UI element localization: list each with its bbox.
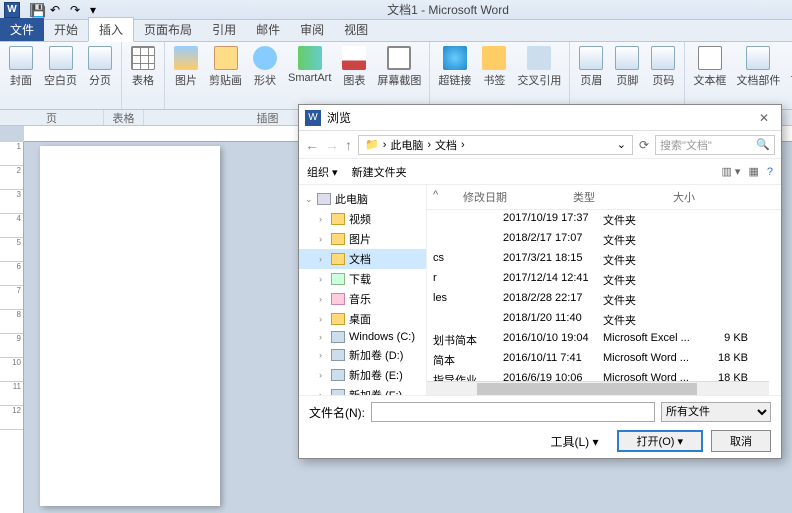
tab-file[interactable]: 文件: [0, 18, 44, 41]
tab-insert[interactable]: 插入: [88, 17, 134, 42]
file-row[interactable]: les2018/2/28 22:17文件夹: [427, 290, 781, 310]
tree-item[interactable]: ›新加卷 (D:): [299, 345, 426, 365]
search-icon: 🔍: [756, 138, 770, 151]
wordart-button[interactable]: A艺术字: [786, 44, 792, 109]
tree-item[interactable]: ›图片: [299, 229, 426, 249]
save-icon[interactable]: 💾: [30, 3, 44, 17]
col-size[interactable]: 大小: [673, 189, 775, 205]
document-page[interactable]: [40, 146, 220, 506]
tree-item[interactable]: ›文档: [299, 249, 426, 269]
screenshot-button[interactable]: 屏幕截图: [373, 44, 425, 109]
file-list: ^ 修改日期 类型 大小 2017/10/19 17:37文件夹2018/2/1…: [427, 185, 781, 395]
blank-page-button[interactable]: 空白页: [40, 44, 81, 109]
footer-button[interactable]: 页脚: [610, 44, 644, 109]
undo-icon[interactable]: ↶: [50, 3, 64, 17]
tab-mailings[interactable]: 邮件: [246, 18, 290, 41]
preview-icon[interactable]: ▦: [748, 165, 758, 178]
address-bar[interactable]: 📁› 此电脑› 文档› ⌄: [358, 135, 633, 155]
tab-view[interactable]: 视图: [334, 18, 378, 41]
close-icon[interactable]: ✕: [759, 111, 775, 125]
qat-more-icon[interactable]: ▾: [90, 3, 104, 17]
file-row[interactable]: 2018/1/20 11:40文件夹: [427, 310, 781, 330]
redo-icon[interactable]: ↷: [70, 3, 84, 17]
file-row[interactable]: 划书简本2016/10/10 19:04Microsoft Excel ...9…: [427, 330, 781, 350]
ribbon: 封面 空白页 分页 表格 图片 剪贴画 形状 SmartArt 图表 屏幕截图 …: [0, 42, 792, 110]
header-button[interactable]: 页眉: [574, 44, 608, 109]
dialog-word-icon: W: [305, 110, 321, 126]
file-type-select[interactable]: 所有文件: [661, 402, 771, 422]
search-input[interactable]: 搜索"文档"🔍: [655, 135, 775, 155]
organize-button[interactable]: 组织 ▾: [307, 164, 338, 180]
filename-label: 文件名(N):: [309, 404, 365, 421]
tab-layout[interactable]: 页面布局: [134, 18, 202, 41]
smartart-button[interactable]: SmartArt: [284, 44, 335, 109]
col-date[interactable]: 修改日期: [463, 189, 573, 205]
tree-item[interactable]: ›下载: [299, 269, 426, 289]
group-pages: 页: [0, 110, 104, 125]
cancel-button[interactable]: 取消: [711, 430, 771, 452]
tab-references[interactable]: 引用: [202, 18, 246, 41]
filename-input[interactable]: [371, 402, 655, 422]
vertical-ruler[interactable]: 1234 5678 9101112: [0, 142, 24, 513]
file-row[interactable]: 2017/10/19 17:37文件夹: [427, 210, 781, 230]
file-row[interactable]: 简本2016/10/11 7:41Microsoft Word ...18 KB: [427, 350, 781, 370]
tab-review[interactable]: 审阅: [290, 18, 334, 41]
crossref-button[interactable]: 交叉引用: [513, 44, 565, 109]
pagenum-button[interactable]: 页码: [646, 44, 680, 109]
chart-button[interactable]: 图表: [337, 44, 371, 109]
picture-button[interactable]: 图片: [169, 44, 203, 109]
hyperlink-button[interactable]: 超链接: [434, 44, 475, 109]
back-icon[interactable]: ←: [305, 137, 319, 153]
open-button[interactable]: 打开(O) ▾: [617, 430, 703, 452]
tree-item[interactable]: ›音乐: [299, 289, 426, 309]
help-icon[interactable]: ?: [767, 166, 773, 178]
forward-icon[interactable]: →: [325, 137, 339, 153]
bookmark-button[interactable]: 书签: [477, 44, 511, 109]
new-folder-button[interactable]: 新建文件夹: [352, 164, 407, 180]
group-tables: 表格: [104, 110, 144, 125]
tree-item[interactable]: ›视频: [299, 209, 426, 229]
shapes-button[interactable]: 形状: [248, 44, 282, 109]
tools-button[interactable]: 工具(L) ▾: [551, 433, 599, 450]
tab-home[interactable]: 开始: [44, 18, 88, 41]
tree-item[interactable]: ⌄此电脑: [299, 189, 426, 209]
dialog-title: 浏览: [327, 109, 759, 126]
view-icon[interactable]: ▥ ▾: [721, 165, 740, 178]
tree-item[interactable]: ›桌面: [299, 309, 426, 329]
textbox-button[interactable]: 文本框: [689, 44, 730, 109]
window-title: 文档1 - Microsoft Word: [104, 1, 792, 18]
file-row[interactable]: r2017/12/14 12:41文件夹: [427, 270, 781, 290]
cover-page-button[interactable]: 封面: [4, 44, 38, 109]
tree-item[interactable]: ›Windows (C:): [299, 329, 426, 345]
word-icon: W: [4, 2, 20, 18]
clipart-button[interactable]: 剪贴画: [205, 44, 246, 109]
folder-tree: ⌄此电脑›视频›图片›文档›下载›音乐›桌面›Windows (C:)›新加卷 …: [299, 185, 427, 395]
ribbon-tabs: 文件 开始 插入 页面布局 引用 邮件 审阅 视图: [0, 20, 792, 42]
page-break-button[interactable]: 分页: [83, 44, 117, 109]
file-row[interactable]: cs2017/3/21 18:15文件夹: [427, 250, 781, 270]
tree-item[interactable]: ›新加卷 (E:): [299, 365, 426, 385]
quickparts-button[interactable]: 文档部件: [732, 44, 784, 109]
browse-dialog: W 浏览 ✕ ← → ↑ 📁› 此电脑› 文档› ⌄ ⟳ 搜索"文档"🔍 组织 …: [298, 104, 782, 459]
col-type[interactable]: 类型: [573, 189, 673, 205]
horizontal-scrollbar[interactable]: [427, 381, 769, 395]
refresh-icon[interactable]: ⟳: [639, 138, 649, 152]
file-row[interactable]: 2018/2/17 17:07文件夹: [427, 230, 781, 250]
table-button[interactable]: 表格: [126, 44, 160, 109]
tree-item[interactable]: ›新加卷 (F:): [299, 385, 426, 395]
up-icon[interactable]: ↑: [345, 137, 352, 153]
